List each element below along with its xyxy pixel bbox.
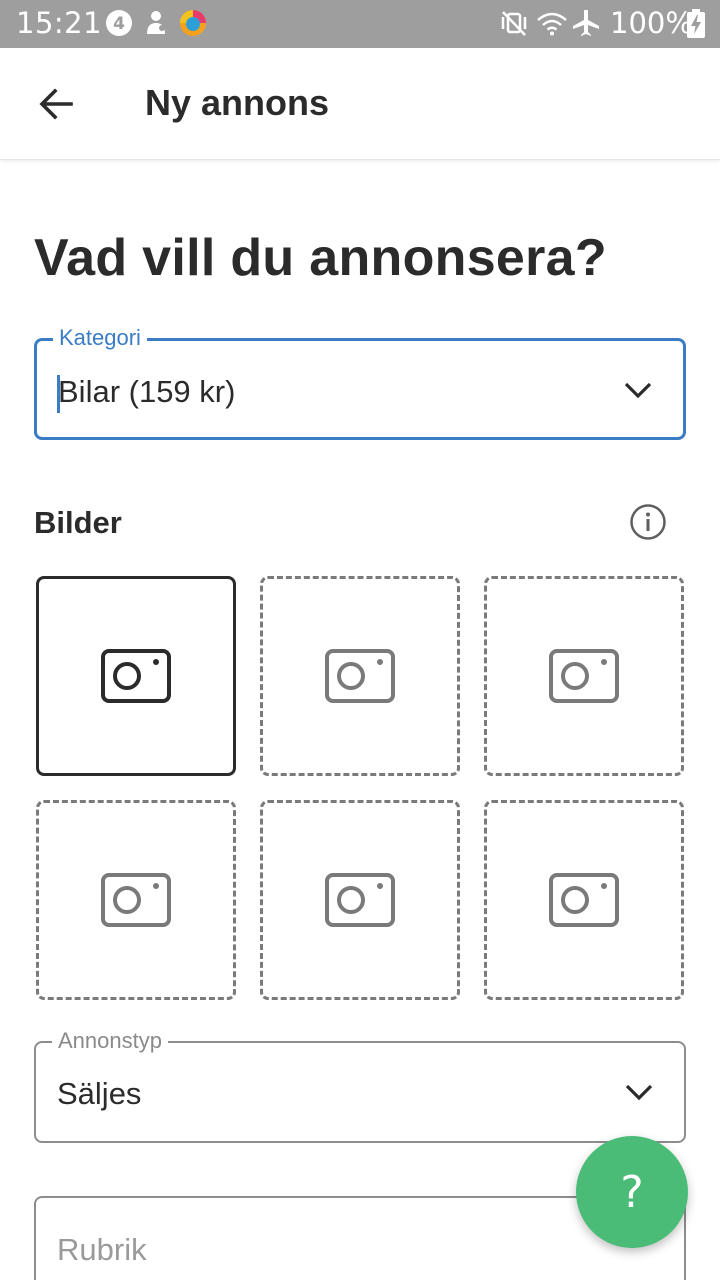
ad-type-select[interactable]: Annonstyp Säljes: [34, 1028, 686, 1143]
camera-icon: [101, 873, 171, 927]
add-image-slot[interactable]: [484, 576, 684, 776]
form-heading: Vad vill du annonsera?: [34, 229, 607, 287]
battery-charging-icon: [687, 9, 705, 38]
headline-placeholder: Rubrik: [57, 1232, 147, 1267]
status-time: 15:21: [16, 6, 103, 40]
vibrate-mute-icon: [501, 11, 527, 36]
add-image-slot[interactable]: [484, 800, 684, 1000]
ad-type-label: Annonstyp: [52, 1028, 168, 1054]
page-title: Ny annons: [145, 82, 330, 123]
add-image-slot[interactable]: [36, 800, 236, 1000]
chevron-down-icon: [624, 382, 652, 399]
add-image-slot[interactable]: [260, 576, 460, 776]
info-icon[interactable]: [629, 503, 667, 541]
chevron-down-icon: [625, 1084, 653, 1101]
add-image-slot[interactable]: [260, 800, 460, 1000]
svg-text:4: 4: [113, 14, 125, 34]
ad-type-value: Säljes: [57, 1076, 142, 1111]
camera-icon: [549, 873, 619, 927]
arrow-left-icon: [39, 88, 73, 120]
add-image-slot[interactable]: [36, 576, 236, 776]
help-button-label: ?: [620, 1166, 644, 1218]
back-button[interactable]: [28, 78, 84, 130]
camera-icon: [325, 873, 395, 927]
category-select[interactable]: Kategori Bilar (159 kr): [34, 325, 686, 440]
category-label: Kategori: [53, 325, 147, 351]
camera-icon: [101, 649, 171, 703]
wifi-icon: [537, 12, 567, 36]
browser-app-icon: [180, 10, 206, 36]
category-value: Bilar (159 kr): [58, 374, 236, 409]
person-notification-icon: [147, 11, 165, 34]
app-bar: Ny annons: [0, 48, 720, 160]
four-badge-icon: 4: [106, 10, 132, 36]
images-section-title: Bilder: [34, 505, 122, 540]
battery-percentage: 100%: [610, 6, 693, 40]
camera-icon: [549, 649, 619, 703]
airplane-mode-icon: [573, 10, 599, 36]
status-bar: 15:21 4 100%: [0, 0, 720, 48]
camera-icon: [325, 649, 395, 703]
help-button[interactable]: ?: [576, 1136, 688, 1248]
